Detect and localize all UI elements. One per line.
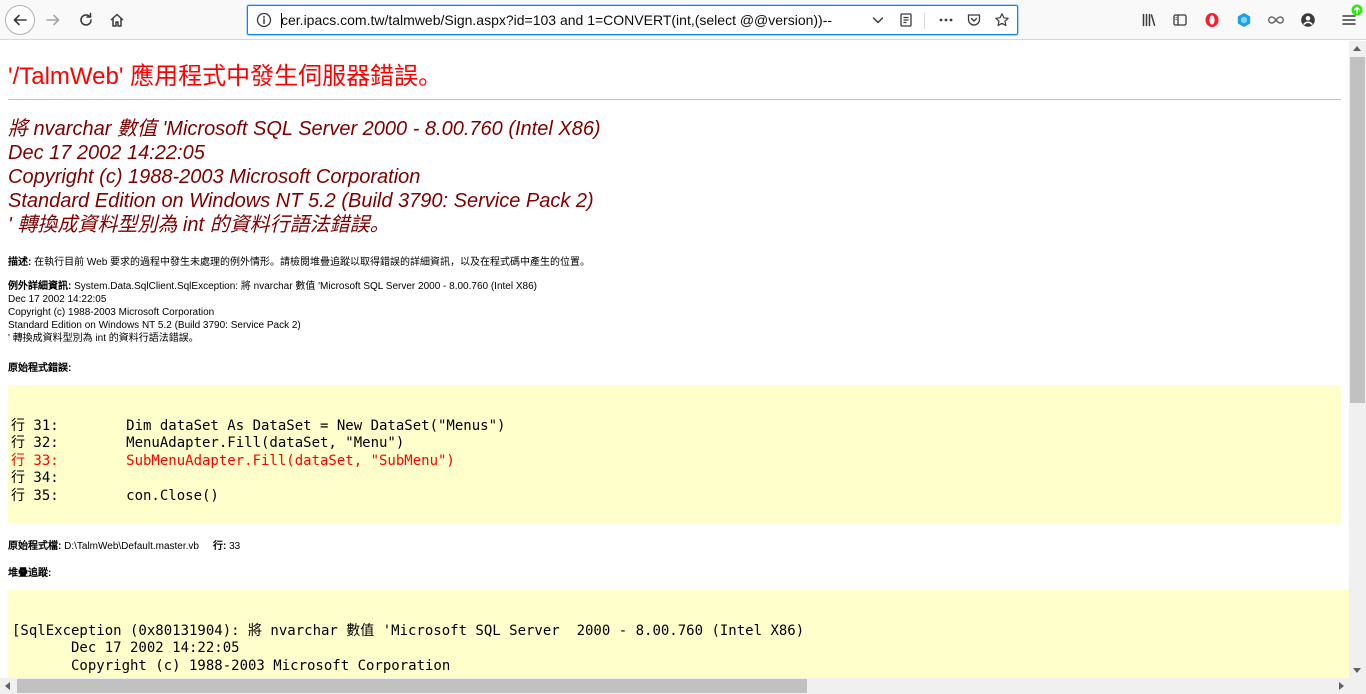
source-error-label: 原始程式錯誤: <box>8 363 72 374</box>
stack-line: Copyright (c) 1988-2003 Microsoft Corpor… <box>12 658 451 674</box>
home-button[interactable] <box>102 5 132 35</box>
error-message: 將 nvarchar 數值 'Microsoft SQL Server 2000… <box>8 117 601 237</box>
error-message-line: Standard Edition on Windows NT 5.2 (Buil… <box>8 190 594 212</box>
scroll-up-icon[interactable] <box>1353 46 1361 51</box>
chevron-down-icon[interactable] <box>868 10 888 30</box>
title-divider <box>8 99 1341 100</box>
account-icon <box>1301 13 1315 27</box>
browser-toolbar: cer.ipacs.com.tw/talmweb/Sign.aspx?id=10… <box>0 0 1366 40</box>
home-icon <box>110 13 124 27</box>
extension-button[interactable] <box>1229 5 1259 35</box>
back-button[interactable] <box>5 5 35 35</box>
exception-details: 例外詳細資訊: System.Data.SqlClient.SqlExcepti… <box>8 280 537 345</box>
vertical-scroll-thumb[interactable] <box>1350 57 1365 403</box>
reload-button[interactable] <box>71 5 101 35</box>
infinity-extension-icon <box>1268 16 1284 24</box>
url-text[interactable]: cer.ipacs.com.tw/talmweb/Sign.aspx?id=10… <box>281 12 836 28</box>
exception-text: System.Data.SqlClient.SqlException: 將 nv… <box>71 281 537 292</box>
page-title: '/TalmWeb' 應用程式中發生伺服器錯誤。 <box>8 63 443 90</box>
code-line-error: 行 33: SubMenuAdapter.Fill(dataSet, "SubM… <box>11 453 455 469</box>
scrollbar-corner <box>1349 678 1366 694</box>
description: 描述: 在執行目前 Web 要求的過程中發生未處理的例外情形。請檢閱堆疊追蹤以取… <box>8 253 590 268</box>
forward-button[interactable] <box>38 5 68 35</box>
menu-button[interactable] <box>1334 4 1364 35</box>
url-separator <box>924 13 925 29</box>
source-code-block: 行 31: Dim dataSet As DataSet = New DataS… <box>8 385 1341 523</box>
error-message-line: 將 nvarchar 數值 'Microsoft SQL Server 2000… <box>8 118 601 140</box>
description-label: 描述: <box>8 257 32 268</box>
opera-extension-button[interactable] <box>1197 5 1227 35</box>
opera-extension-icon <box>1205 13 1219 27</box>
horizontal-scrollbar[interactable] <box>0 678 1349 694</box>
exception-label: 例外詳細資訊: <box>8 281 72 292</box>
arrow-left-icon <box>13 14 27 26</box>
reader-view-icon[interactable] <box>896 10 916 30</box>
horizontal-scroll-thumb[interactable] <box>17 679 807 693</box>
stack-trace-label: 堆疊追蹤: <box>8 568 52 579</box>
reload-icon <box>80 12 92 26</box>
description-text: 在執行目前 Web 要求的過程中發生未處理的例外情形。請檢閱堆疊追蹤以取得錯誤的… <box>31 257 591 268</box>
arrow-right-icon <box>46 14 60 26</box>
url-bar[interactable]: cer.ipacs.com.tw/talmweb/Sign.aspx?id=10… <box>247 5 1018 35</box>
error-message-line: ' 轉換成資料型別為 int 的資料行語法錯誤。 <box>8 214 390 236</box>
update-badge-icon <box>1351 4 1363 16</box>
page-content: '/TalmWeb' 應用程式中發生伺服器錯誤。 將 nvarchar 數值 '… <box>0 41 1349 678</box>
library-button[interactable] <box>1134 5 1164 35</box>
vertical-scrollbar[interactable] <box>1349 41 1366 678</box>
source-error-heading: 原始程式錯誤: <box>8 359 71 374</box>
error-message-line: Dec 17 2002 14:22:05 <box>8 142 205 164</box>
exception-line: ' 轉換成資料型別為 int 的資料行語法錯誤。 <box>8 333 199 344</box>
source-file: 原始程式檔: D:\TalmWeb\Default.master.vb 行: 33 <box>8 537 240 552</box>
library-icon <box>1142 13 1156 27</box>
stack-line: Dec 17 2002 14:22:05 <box>12 640 240 656</box>
code-line: 行 32: MenuAdapter.Fill(dataSet, "Menu") <box>11 435 405 451</box>
star-icon[interactable] <box>992 10 1012 30</box>
exception-line: Dec 17 2002 14:22:05 <box>8 294 107 305</box>
exception-line: Standard Edition on Windows NT 5.2 (Buil… <box>8 320 301 331</box>
source-line-number: 33 <box>226 541 241 552</box>
sidebar-icon <box>1173 14 1187 26</box>
sidebar-button[interactable] <box>1165 5 1195 35</box>
stack-line: [SqlException (0x80131904): 將 nvarchar 數… <box>12 623 805 639</box>
info-icon[interactable] <box>254 10 274 30</box>
code-line: 行 31: Dim dataSet As DataSet = New DataS… <box>11 418 506 434</box>
code-line: 行 34: <box>11 470 59 486</box>
code-line: 行 35: con.Close() <box>11 488 219 504</box>
error-message-line: Copyright (c) 1988-2003 Microsoft Corpor… <box>8 166 421 188</box>
pocket-icon[interactable] <box>964 10 984 30</box>
extension-icon <box>1237 13 1251 27</box>
exception-line: Copyright (c) 1988-2003 Microsoft Corpor… <box>8 307 215 318</box>
account-button[interactable] <box>1293 5 1323 35</box>
stack-trace-block: [SqlException (0x80131904): 將 nvarchar 數… <box>8 590 1349 678</box>
scroll-down-icon[interactable] <box>1353 668 1361 673</box>
source-line-label: 行: <box>213 541 227 552</box>
stack-trace-heading: 堆疊追蹤: <box>8 564 51 579</box>
source-file-label: 原始程式檔: <box>8 541 62 552</box>
more-icon[interactable] <box>936 10 956 30</box>
infinity-extension-button[interactable] <box>1261 5 1291 35</box>
scroll-left-icon[interactable] <box>5 682 10 690</box>
source-file-path: D:\TalmWeb\Default.master.vb <box>61 541 199 552</box>
scroll-right-icon[interactable] <box>1339 682 1344 690</box>
